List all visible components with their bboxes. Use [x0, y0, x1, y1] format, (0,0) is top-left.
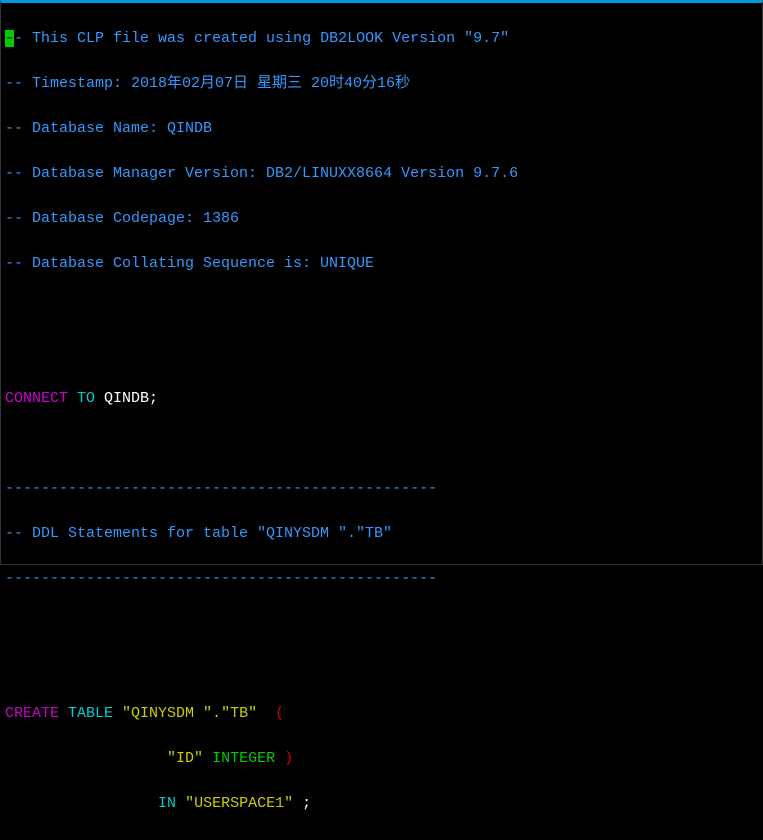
comment-line: -- Database Codepage: 1386 — [5, 208, 758, 231]
sql-connect: CONNECT TO QINDB; — [5, 388, 758, 411]
empty-line — [5, 433, 758, 456]
empty-line — [5, 613, 758, 636]
sql-in: IN "USERSPACE1" ; — [5, 793, 758, 816]
keyword: TABLE — [68, 705, 113, 722]
keyword: TO — [77, 390, 95, 407]
keyword: IN — [158, 795, 176, 812]
sql-create: CREATE TABLE "QINYSDM "."TB" ( — [5, 703, 758, 726]
keyword: CREATE — [5, 705, 59, 722]
column-name: "ID" — [167, 750, 203, 767]
terminal-output: -- This CLP file was created using DB2LO… — [1, 3, 762, 840]
table-name: "QINYSDM "."TB" — [113, 705, 275, 722]
comment-text: - This CLP file was created using DB2LOO… — [14, 30, 509, 47]
separator-line: ----------------------------------------… — [5, 568, 758, 591]
paren-close: ) — [284, 750, 293, 767]
semicolon: ; — [293, 795, 311, 812]
comment-line: -- Database Name: QINDB — [5, 118, 758, 141]
comment-line: -- Database Manager Version: DB2/LINUXX8… — [5, 163, 758, 186]
sql-column: "ID" INTEGER ) — [5, 748, 758, 771]
comment-line: -- Timestamp: 2018年02月07日 星期三 20时40分16秒 — [5, 73, 758, 96]
empty-line — [5, 298, 758, 321]
comment-line: -- This CLP file was created using DB2LO… — [5, 28, 758, 51]
paren-open: ( — [275, 705, 284, 722]
comment-line: -- Database Collating Sequence is: UNIQU… — [5, 253, 758, 276]
tablespace: "USERSPACE1" — [185, 795, 293, 812]
comment-line: -- DDL Statements for table "QINYSDM "."… — [5, 523, 758, 546]
empty-line — [5, 343, 758, 366]
db-name: QINDB; — [95, 390, 158, 407]
empty-line — [5, 658, 758, 681]
separator-line: ----------------------------------------… — [5, 478, 758, 501]
data-type: INTEGER — [212, 750, 275, 767]
keyword: CONNECT — [5, 390, 68, 407]
terminal-cursor: - — [5, 30, 14, 47]
